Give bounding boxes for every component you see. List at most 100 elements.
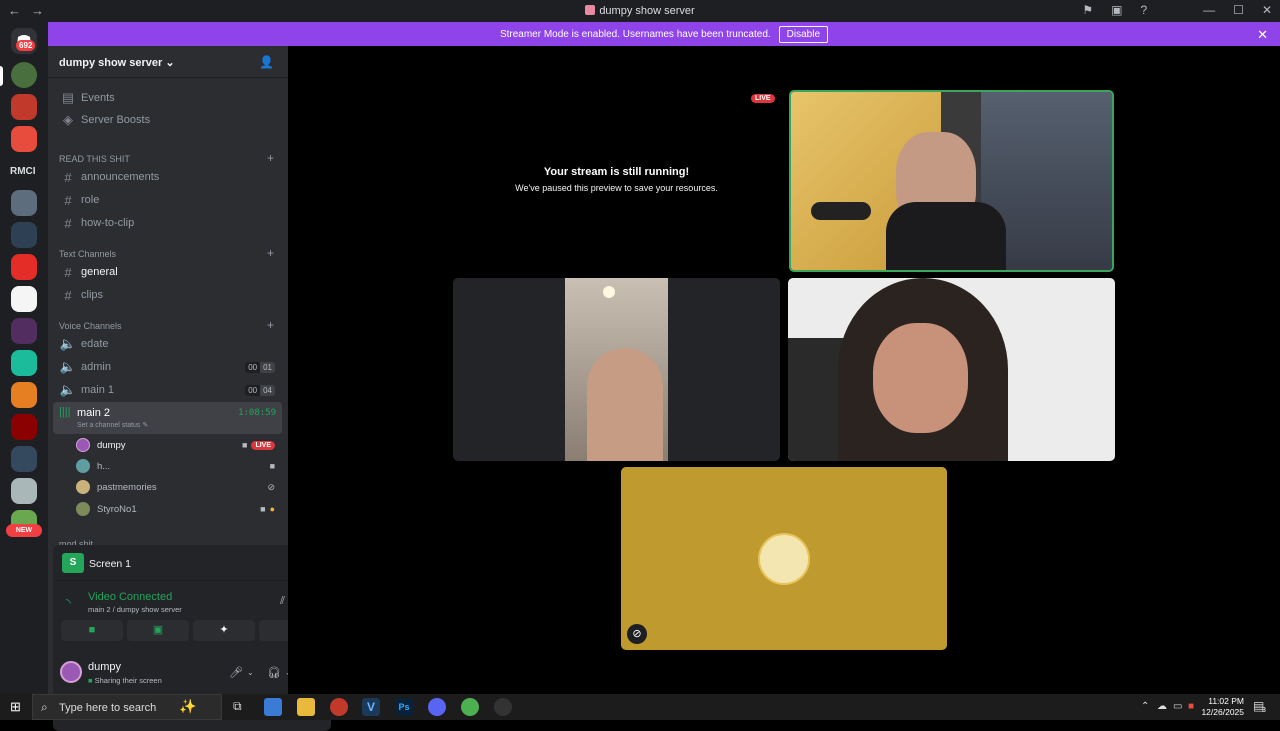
pencil-icon: ✎ (142, 422, 149, 429)
invite-people-icon[interactable]: 👤 (259, 55, 274, 69)
chevron-down-icon[interactable]: ⌄ (247, 668, 254, 677)
category-read[interactable]: READ THIS SHIT (59, 154, 130, 164)
opera-icon[interactable] (330, 698, 348, 716)
paused-title: Your stream is still running! (543, 166, 690, 178)
guild-icon-5[interactable] (11, 222, 37, 248)
voice-main2[interactable]: |||| main 2 1:08:59 Set a channel status… (53, 402, 282, 434)
chevron-up-icon[interactable]: ⌃ (1141, 701, 1149, 712)
headphones-icon[interactable]: 🎧︎ (267, 666, 281, 679)
guild-icon-7[interactable] (11, 286, 37, 312)
rmci-label[interactable]: RMCI (10, 166, 36, 177)
guild-icon-1[interactable] (11, 62, 37, 88)
channel-clips[interactable]: # clips (53, 285, 281, 305)
add-channel-icon[interactable]: + (267, 151, 274, 165)
add-channel-icon[interactable]: + (267, 318, 274, 332)
network-icon[interactable]: ▭ (1173, 701, 1182, 712)
camera-icon: ■ (269, 461, 275, 471)
camera-icon: ■ (260, 504, 266, 514)
banner-text: Streamer Mode is enabled. Usernames have… (499, 28, 771, 40)
paused-subtitle: We've paused this preview to save your r… (515, 183, 718, 193)
channel-role[interactable]: # role (53, 190, 281, 210)
server-name[interactable]: dumpy show server ⌄ (59, 56, 175, 69)
events-item[interactable]: ▤ Events (53, 88, 281, 108)
user-limit-counter: 00 04 (245, 384, 275, 396)
help-icon[interactable]: ? (1140, 3, 1147, 17)
voice-user[interactable]: dumpy ■ LIVE (76, 435, 281, 455)
video-tile-avatar[interactable]: ⊘ (621, 467, 947, 650)
screen-share-button[interactable]: ▣ (127, 620, 189, 641)
voice-edate[interactable]: 🔈 edate (53, 334, 281, 354)
server-icon (585, 5, 596, 15)
noise-suppression-icon[interactable]: ⫽ (280, 595, 285, 608)
server-header[interactable]: dumpy show server ⌄ 👤 (48, 46, 288, 78)
maximize-icon[interactable]: ☐ (1233, 3, 1244, 17)
voice-main1[interactable]: 🔈 main 1 00 04 (53, 380, 281, 400)
live-badge: LIVE (751, 94, 775, 103)
title-bar: ← → dumpy show server ⚑ ▣ ? — ☐ ✕ (0, 0, 1280, 22)
server-list: 692 RMCI NEW (0, 22, 48, 694)
user-status: ■ Sharing their screen (88, 676, 162, 685)
display-icon[interactable]: ▣ (1111, 3, 1122, 17)
voice-admin[interactable]: 🔈 admin 00 01 (53, 357, 281, 377)
channel-announcements[interactable]: # announcements (53, 167, 281, 187)
windows-start-icon[interactable]: ⊞ (10, 699, 21, 715)
activities-button[interactable]: ✦ (193, 620, 255, 641)
voice-user[interactable]: pastmemories ⊘ (76, 477, 281, 497)
guild-pill (0, 66, 3, 86)
guild-icon-10[interactable] (11, 382, 37, 408)
vegas-icon[interactable]: V (362, 698, 380, 716)
app-icon-1[interactable] (264, 698, 282, 716)
obs-icon[interactable] (494, 698, 512, 716)
user-limit-counter: 00 01 (245, 361, 275, 373)
connection-location[interactable]: main 2 / dumpy show server (88, 605, 182, 614)
search-icon: ⌕ (41, 700, 48, 714)
muted-mic-icon: ⊘ (627, 624, 647, 644)
clock[interactable]: 11:02 PM 12/26/2025 (1201, 696, 1244, 718)
add-channel-icon[interactable]: + (267, 246, 274, 260)
close-icon[interactable]: ✕ (1257, 27, 1268, 43)
user-avatar[interactable] (60, 661, 82, 683)
photoshop-icon[interactable]: Ps (395, 698, 413, 716)
voice-user[interactable]: h... ■ (76, 456, 281, 476)
person-face (587, 348, 663, 461)
connection-status[interactable]: Video Connected (88, 591, 172, 603)
camera-button[interactable]: ■ (61, 620, 123, 641)
channel-sidebar: dumpy show server ⌄ 👤 ▤ Events ◈ Server Bo… (48, 46, 331, 731)
guild-icon-6[interactable] (11, 254, 37, 280)
category-voice[interactable]: Voice Channels (59, 321, 122, 331)
app-icon-green[interactable] (461, 698, 479, 716)
guild-icon-11[interactable] (11, 414, 37, 440)
task-view-icon[interactable]: ⧉ (233, 699, 242, 714)
file-explorer-icon[interactable] (297, 698, 315, 716)
channel-status[interactable]: Set a channel status ✎ (77, 421, 148, 429)
server-boosts-item[interactable]: ◈ Server Boosts (53, 110, 281, 130)
guild-icon-13[interactable] (11, 478, 37, 504)
minimize-icon[interactable]: — (1203, 3, 1215, 17)
guild-icon-9[interactable] (11, 350, 37, 376)
microphone-icon[interactable]: 🎤︎ (229, 666, 243, 679)
guild-icon-3[interactable] (11, 126, 37, 152)
channel-general[interactable]: # general (53, 262, 281, 282)
guild-icon-4[interactable] (11, 190, 37, 216)
category-text[interactable]: Text Channels (59, 249, 116, 259)
video-tile-user[interactable] (453, 278, 780, 461)
inbox-flag-icon[interactable]: ⚑ (1082, 3, 1093, 17)
taskbar-search[interactable]: ⌕ Type here to search ✨ (32, 694, 222, 720)
voice-timer: 1:08:59 (238, 408, 276, 418)
hash-icon: # (64, 287, 72, 303)
guild-icon-2[interactable] (11, 94, 37, 120)
channel-how-to-clip[interactable]: # how-to-clip (53, 213, 281, 233)
discord-icon[interactable] (428, 698, 446, 716)
boost-icon: ◈ (63, 112, 73, 127)
voice-user[interactable]: StyroNo1 ■ ● (76, 499, 281, 519)
disable-button[interactable]: Disable (778, 25, 829, 43)
video-tile-user[interactable] (788, 278, 1115, 461)
app-tray-icon[interactable]: ■ (1188, 701, 1194, 712)
avatar (758, 533, 810, 585)
video-tile-stream[interactable] (789, 90, 1114, 272)
close-icon[interactable]: ✕ (1262, 3, 1272, 17)
guild-icon-12[interactable] (11, 446, 37, 472)
guild-icon-8[interactable] (11, 318, 37, 344)
calendar-icon: ▤ (61, 90, 75, 105)
cloud-icon[interactable]: ☁ (1157, 701, 1167, 712)
